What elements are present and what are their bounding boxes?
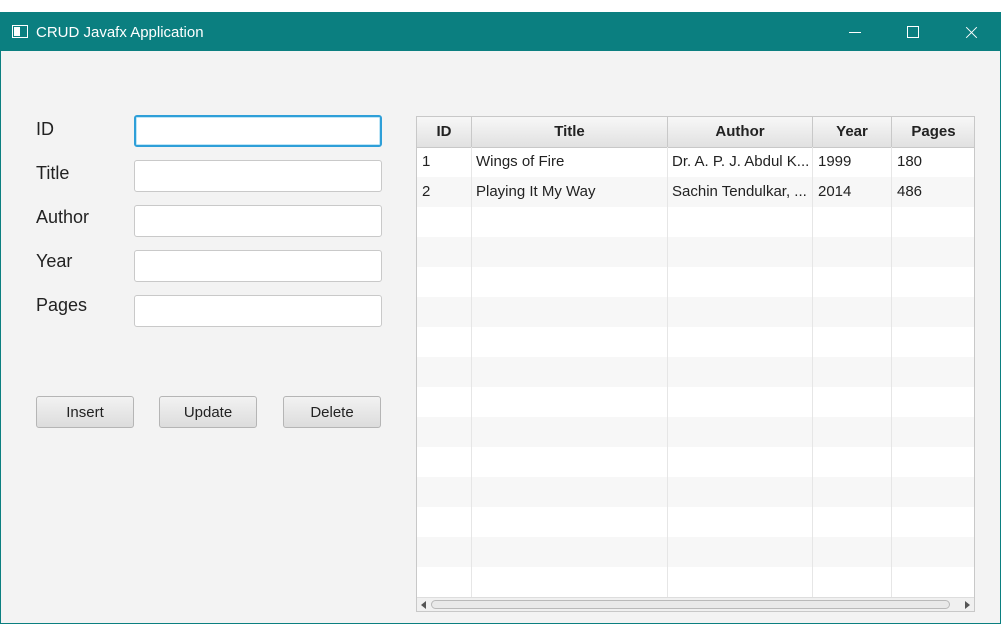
title-label: Title	[36, 163, 70, 183]
cell-pages: 180	[897, 153, 923, 170]
pages-label: Pages	[36, 295, 88, 315]
cell-author: Sachin Tendulkar, ...	[672, 183, 807, 200]
author-label: Author	[36, 207, 90, 227]
column-divider	[812, 147, 813, 597]
table-header: ID Title Author Year Pages	[417, 117, 974, 148]
id-label: ID	[36, 119, 54, 139]
cell-year: 1999	[818, 153, 852, 170]
column-divider	[667, 147, 668, 597]
window-title: CRUD Javafx Application	[36, 24, 204, 41]
scrollbar-thumb[interactable]	[431, 600, 950, 609]
year-field[interactable]	[134, 250, 382, 282]
horizontal-scrollbar[interactable]	[417, 597, 974, 611]
column-header-title[interactable]: Title	[472, 117, 668, 147]
column-divider	[891, 147, 892, 597]
scroll-right-icon[interactable]	[965, 601, 970, 609]
cell-id: 2	[422, 183, 431, 200]
year-label: Year	[36, 251, 73, 271]
pages-field[interactable]	[134, 295, 382, 327]
column-header-year[interactable]: Year	[813, 117, 892, 147]
maximize-icon[interactable]	[884, 13, 942, 51]
column-header-author[interactable]: Author	[668, 117, 813, 147]
app-icon	[12, 25, 28, 38]
title-bar[interactable]: CRUD Javafx Application	[1, 13, 1000, 51]
scroll-left-icon[interactable]	[421, 601, 426, 609]
delete-button[interactable]: Delete	[283, 396, 381, 428]
column-header-pages[interactable]: Pages	[892, 117, 974, 147]
insert-button[interactable]: Insert	[36, 396, 134, 428]
cell-id: 1	[422, 153, 431, 170]
id-field[interactable]	[134, 115, 382, 147]
cell-title: Wings of Fire	[476, 153, 565, 170]
column-header-id[interactable]: ID	[417, 117, 472, 147]
cell-title: Playing It My Way	[476, 183, 596, 200]
minimize-icon[interactable]	[826, 13, 884, 51]
update-button[interactable]: Update	[159, 396, 257, 428]
column-divider	[471, 147, 472, 597]
books-table[interactable]: ID Title Author Year Pages 1 Wings of Fi…	[416, 116, 975, 612]
app-window: CRUD Javafx Application ID Title Author …	[0, 12, 1001, 624]
cell-pages: 486	[897, 183, 923, 200]
title-field[interactable]	[134, 160, 382, 192]
cell-author: Dr. A. P. J. Abdul K...	[672, 153, 810, 170]
close-icon[interactable]	[942, 13, 1000, 51]
cell-year: 2014	[818, 183, 852, 200]
author-field[interactable]	[134, 205, 382, 237]
